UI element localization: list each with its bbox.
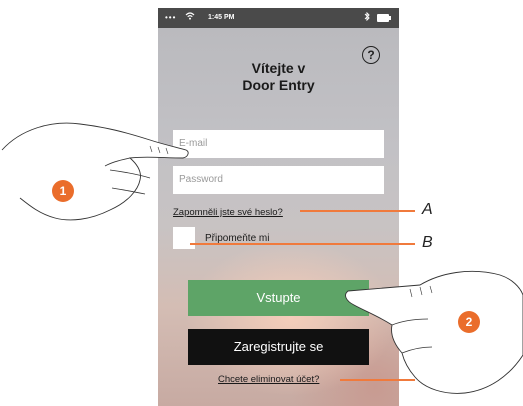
battery-icon (377, 14, 391, 22)
pointing-hand-icon (345, 270, 523, 394)
pointing-hand-icon (1, 122, 189, 221)
annotation-label-b: B (422, 234, 433, 251)
status-time: 1:45 PM (208, 14, 235, 21)
annotation-label-a: A (422, 201, 433, 218)
step-marker-1: 1 (52, 180, 74, 202)
page-title: Vítejte v Door Entry (198, 60, 359, 94)
annotation-line-a (300, 210, 415, 212)
email-field[interactable]: E-mail (173, 130, 384, 158)
password-field[interactable]: Password (173, 166, 384, 194)
title-line-2: Door Entry (242, 77, 315, 93)
delete-account-link[interactable]: Chcete eliminovat účet? (218, 374, 319, 385)
step-marker-2: 2 (458, 311, 480, 333)
wifi-icon (185, 12, 195, 22)
status-bar: ••• 1:45 PM (158, 8, 399, 28)
annotation-line-b (190, 243, 415, 245)
remember-me-checkbox[interactable] (173, 227, 195, 249)
title-line-1: Vítejte v (251, 60, 306, 76)
signal-dots: ••• (165, 13, 177, 22)
headset-help-icon[interactable]: ? (362, 46, 380, 64)
bluetooth-icon (364, 11, 370, 23)
